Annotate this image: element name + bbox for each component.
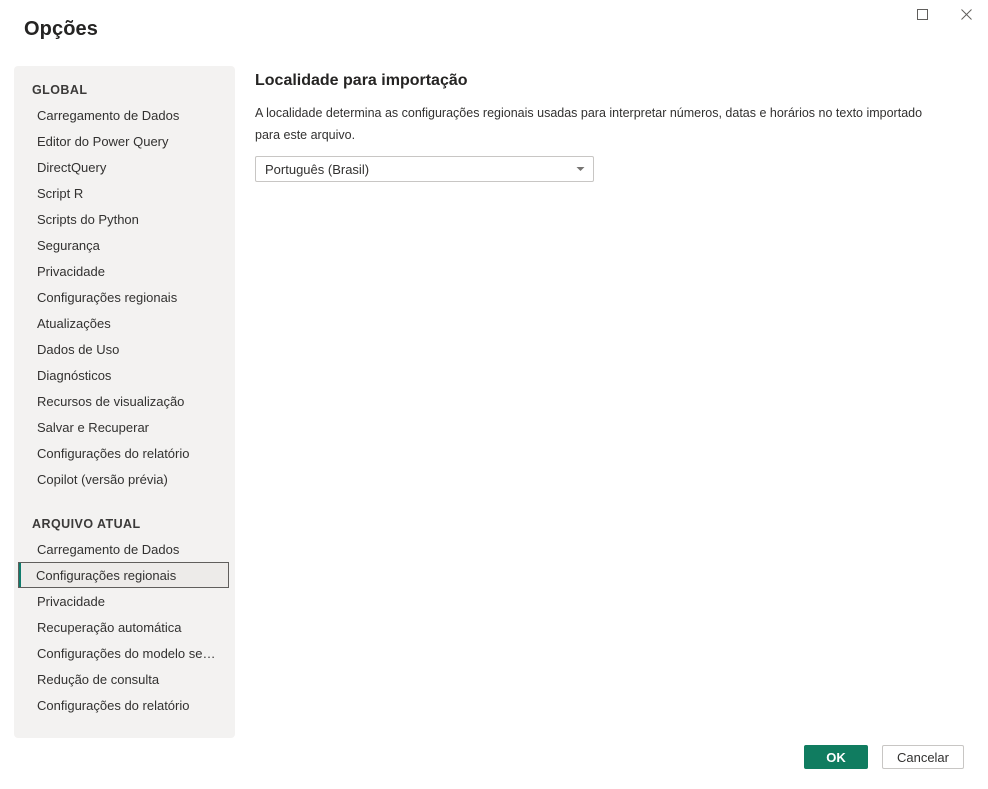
sidebar-item-atualizacoes[interactable]: Atualizações [18, 310, 229, 336]
import-locale-dropdown[interactable]: Português (Brasil) [255, 156, 594, 182]
close-button[interactable] [944, 0, 988, 28]
nav-list: Carregamento de Dados Editor do Power Que… [14, 102, 235, 492]
sidebar-item-dados-de-uso[interactable]: Dados de Uso [18, 336, 229, 362]
dialog-title: Opções [24, 18, 98, 40]
sidebar-item-configuracoes-regionais[interactable]: Configurações regionais [18, 284, 229, 310]
content-pane: Localidade para importação A localidade … [255, 70, 955, 182]
maximize-icon [916, 8, 928, 20]
page-title: Localidade para importação [255, 72, 468, 89]
sidebar-item-directquery[interactable]: DirectQuery [18, 154, 229, 180]
sidebar-item-recursos-de-visualizacao[interactable]: Recursos de visualização [18, 388, 229, 414]
sidebar-item-diagnosticos[interactable]: Diagnósticos [18, 362, 229, 388]
sidebar-item-seguranca[interactable]: Segurança [18, 232, 229, 258]
window-controls [900, 0, 988, 28]
nav-list: Carregamento de Dados Configurações regio… [14, 536, 235, 718]
sidebar-item-salvar-e-recuperar[interactable]: Salvar e Recuperar [18, 414, 229, 440]
sidebar-item-privacidade[interactable]: Privacidade [18, 588, 229, 614]
close-icon [960, 8, 972, 20]
dialog-footer: OK Cancelar [803, 745, 964, 769]
nav-group-header: ARQUIVO ATUAL [32, 517, 141, 531]
sidebar-item-recuperacao-automatica[interactable]: Recuperação automática [18, 614, 229, 640]
nav-group-header: GLOBAL [32, 83, 88, 97]
ok-button[interactable]: OK [803, 745, 868, 769]
cancel-button[interactable]: Cancelar [881, 745, 964, 769]
sidebar-item-configuracoes-do-relatorio[interactable]: Configurações do relatório [18, 440, 229, 466]
sidebar-item-configuracoes-regionais[interactable]: Configurações regionais [18, 562, 229, 588]
sidebar-item-editor-do-power-query[interactable]: Editor do Power Query [18, 128, 229, 154]
sidebar-item-carregamento-de-dados[interactable]: Carregamento de Dados [18, 536, 229, 562]
sidebar-item-scripts-do-python[interactable]: Scripts do Python [18, 206, 229, 232]
page-description: A localidade determina as configurações … [255, 106, 923, 142]
sidebar-item-configuracoes-do-modelo-seman[interactable]: Configurações do modelo semân... [18, 640, 229, 666]
sidebar-item-configuracoes-do-relatorio[interactable]: Configurações do relatório [18, 692, 229, 718]
import-locale-value: Português (Brasil) [265, 161, 370, 177]
sidebar-item-carregamento-de-dados[interactable]: Carregamento de Dados [18, 102, 229, 128]
chevron-down-icon [567, 166, 593, 172]
sidebar-item-copilot-versao-previa[interactable]: Copilot (versão prévia) [18, 466, 229, 492]
maximize-button[interactable] [900, 0, 944, 28]
sidebar-item-script-r[interactable]: Script R [18, 180, 229, 206]
options-sidebar: GLOBAL Carregamento de Dados Editor do Pow… [14, 66, 235, 738]
sidebar-item-privacidade[interactable]: Privacidade [18, 258, 229, 284]
sidebar-item-reducao-de-consulta[interactable]: Redução de consulta [18, 666, 229, 692]
